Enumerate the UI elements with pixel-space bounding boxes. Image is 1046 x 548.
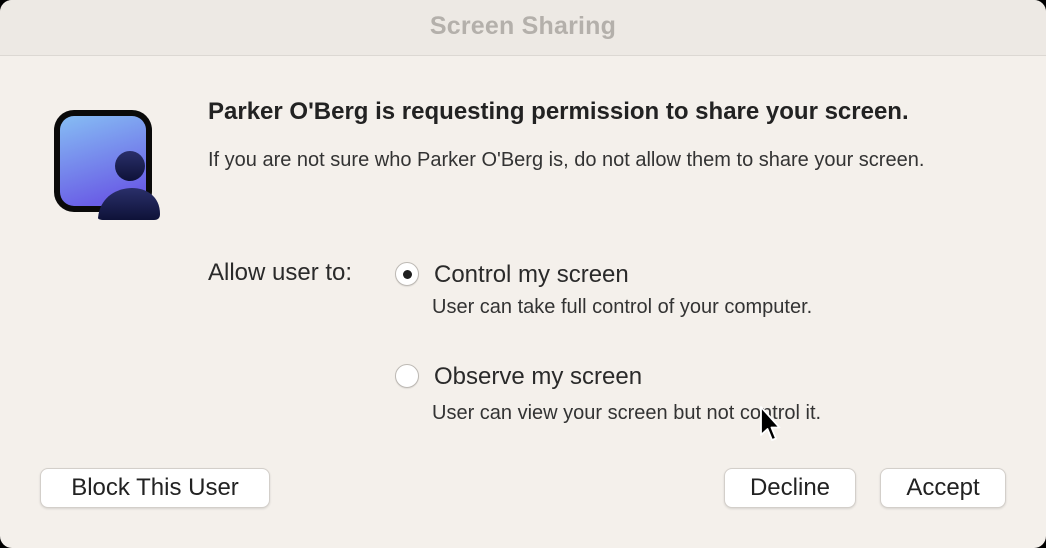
block-user-button[interactable]: Block This User [40, 468, 270, 508]
allow-user-label: Allow user to: [208, 259, 353, 286]
title-bar: Screen Sharing [0, 0, 1046, 56]
window-title: Screen Sharing [429, 12, 617, 40]
warning-text: If you are not sure who Parker O'Berg is… [208, 149, 925, 171]
radio-selected-dot [403, 270, 412, 279]
observe-screen-label[interactable]: Observe my screen [434, 363, 642, 391]
screen-sharing-app-icon [50, 106, 164, 224]
mouse-pointer-icon [759, 405, 781, 443]
decline-button[interactable]: Decline [724, 468, 856, 508]
control-screen-label[interactable]: Control my screen [434, 261, 629, 289]
accept-button[interactable]: Accept [880, 468, 1006, 508]
screen-sharing-dialog: Screen Sharing Parker O'Berg is requesti… [0, 0, 1046, 548]
request-heading: Parker O'Berg is requesting permission t… [208, 98, 909, 125]
observe-screen-radio[interactable] [395, 364, 419, 388]
control-screen-description: User can take full control of your compu… [432, 296, 813, 318]
control-screen-radio[interactable] [395, 262, 419, 286]
